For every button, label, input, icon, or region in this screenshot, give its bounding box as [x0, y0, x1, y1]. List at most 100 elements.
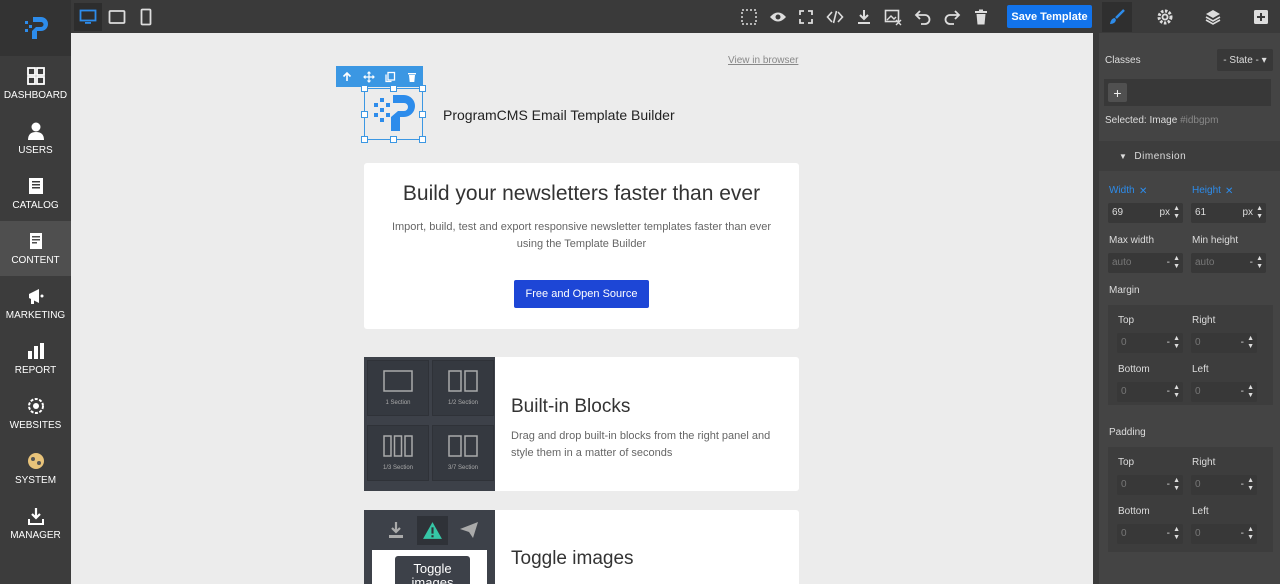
margin-left-unit[interactable]: - — [1241, 386, 1244, 397]
stepper-arrows-icon[interactable]: ▲ ▼ — [1247, 384, 1254, 400]
margin-bottom-input[interactable]: 0 - ▲ ▼ — [1117, 382, 1183, 402]
margin-top-input[interactable]: 0 - ▲ ▼ — [1117, 333, 1183, 353]
min-height-unit[interactable]: - — [1250, 257, 1253, 268]
hero-description[interactable]: Import, build, test and export responsiv… — [387, 219, 777, 253]
padding-top-unit[interactable]: - — [1167, 479, 1170, 490]
stepper-arrows-icon[interactable]: ▲ ▼ — [1173, 477, 1180, 493]
move-icon[interactable] — [362, 70, 375, 83]
nav-catalog[interactable]: CATALOG — [0, 166, 71, 221]
stepper-arrows-icon[interactable]: ▲ ▼ — [1247, 477, 1254, 493]
megaphone-icon — [28, 289, 43, 304]
tab-blocks[interactable] — [1246, 2, 1276, 32]
width-input[interactable]: 69 px ▲ ▼ — [1108, 203, 1183, 223]
padding-bottom-unit[interactable]: - — [1167, 528, 1170, 539]
toggle-images-button[interactable] — [881, 5, 905, 29]
stepper-arrows-icon[interactable]: ▲ ▼ — [1173, 384, 1180, 400]
margin-right-unit[interactable]: - — [1241, 337, 1244, 348]
editor-canvas[interactable]: View in browser ProgramCMS Email Templat… — [71, 33, 1093, 584]
margin-left-input[interactable]: 0 - ▲ ▼ — [1191, 382, 1257, 402]
nav-label: REPORT — [14, 365, 57, 376]
padding-right-unit[interactable]: - — [1241, 479, 1244, 490]
hero-card[interactable]: Build your newsletters faster than ever … — [364, 163, 799, 329]
min-height-input[interactable]: auto - ▲ ▼ — [1191, 253, 1266, 273]
copy-icon[interactable] — [384, 71, 396, 83]
app-logo[interactable] — [0, 0, 71, 56]
tab-trait-manager[interactable] — [1150, 2, 1180, 32]
resize-handle[interactable] — [419, 136, 426, 143]
nav-label: CONTENT — [11, 255, 60, 266]
stepper-arrows-icon[interactable]: ▲ ▼ — [1256, 205, 1263, 221]
nav-marketing[interactable]: MARKETING — [0, 276, 71, 331]
resize-handle[interactable] — [390, 136, 397, 143]
stepper-arrows-icon[interactable]: ▲ ▼ — [1247, 526, 1254, 542]
max-width-input[interactable]: auto - ▲ ▼ — [1108, 253, 1183, 273]
resize-handle[interactable] — [419, 111, 426, 118]
device-desktop-button[interactable] — [74, 2, 102, 31]
padding-right-input[interactable]: 0 - ▲ ▼ — [1191, 475, 1257, 495]
nav-report[interactable]: REPORT — [0, 331, 71, 386]
nav-users[interactable]: USERS — [0, 111, 71, 166]
stepper-arrows-icon[interactable]: ▲ ▼ — [1256, 255, 1263, 271]
feature-title[interactable]: Built-in Blocks — [511, 396, 630, 418]
nav-websites[interactable]: WEBSITES — [0, 386, 71, 441]
free-open-source-button[interactable]: Free and Open Source — [514, 280, 649, 308]
stepper-arrows-icon[interactable]: ▲ ▼ — [1173, 205, 1180, 221]
margin-bottom-unit[interactable]: - — [1167, 386, 1170, 397]
stepper-arrows-icon[interactable]: ▲ ▼ — [1173, 526, 1180, 542]
padding-left-input[interactable]: 0 - ▲ ▼ — [1191, 524, 1257, 544]
sw-visibility-button[interactable] — [737, 5, 761, 29]
resize-handle[interactable] — [361, 111, 368, 118]
stepper-arrows-icon[interactable]: ▲ ▼ — [1173, 255, 1180, 271]
height-input[interactable]: 61 px ▲ ▼ — [1191, 203, 1266, 223]
toggle-images-feature-card[interactable]: Toggle images Toggle images — [364, 510, 799, 584]
clear-height-icon[interactable]: ✕ — [1225, 186, 1233, 197]
save-template-button[interactable]: Save Template — [1007, 5, 1092, 28]
nav-dashboard[interactable]: DASHBOARD — [0, 56, 71, 111]
height-unit[interactable]: px — [1242, 207, 1253, 218]
hero-title[interactable]: Build your newsletters faster than ever — [364, 182, 799, 206]
resize-handle[interactable] — [419, 85, 426, 92]
device-tablet-button[interactable] — [103, 3, 131, 31]
padding-left-unit[interactable]: - — [1241, 528, 1244, 539]
padding-bottom-input[interactable]: 0 - ▲ ▼ — [1117, 524, 1183, 544]
tab-layer-manager[interactable] — [1198, 2, 1228, 32]
margin-right-input[interactable]: 0 - ▲ ▼ — [1191, 333, 1257, 353]
delete-icon[interactable] — [406, 71, 418, 83]
classes-tags-box[interactable]: + — [1104, 79, 1271, 106]
feature-description[interactable]: Drag and drop built-in blocks from the r… — [511, 428, 781, 462]
selected-logo-image[interactable] — [361, 85, 426, 143]
clear-width-icon[interactable]: ✕ — [1139, 186, 1147, 197]
margin-top-unit[interactable]: - — [1167, 337, 1170, 348]
blocks-feature-card[interactable]: 1 Section 1/2 Section 1/3 Section 3/7 Se… — [364, 357, 799, 491]
undo-button[interactable] — [911, 5, 935, 29]
brand-text[interactable]: ProgramCMS Email Template Builder — [443, 107, 675, 123]
add-class-button[interactable]: + — [1108, 83, 1127, 102]
resize-handle[interactable] — [361, 85, 368, 92]
arrow-up-icon[interactable] — [341, 71, 353, 83]
code-view-button[interactable] — [823, 5, 847, 29]
state-select[interactable]: - State - ▾ — [1217, 49, 1273, 71]
resize-handle[interactable] — [390, 85, 397, 92]
stepper-arrows-icon[interactable]: ▲ ▼ — [1247, 335, 1254, 351]
tab-style-manager[interactable] — [1102, 2, 1132, 32]
nav-system[interactable]: SYSTEM — [0, 441, 71, 496]
margin-right-value: 0 — [1195, 337, 1201, 348]
width-unit[interactable]: px — [1159, 207, 1170, 218]
dimension-sector-header[interactable]: ▼ Dimension — [1099, 141, 1280, 171]
redo-button[interactable] — [940, 5, 964, 29]
stepper-arrows-icon[interactable]: ▲ ▼ — [1173, 335, 1180, 351]
clear-canvas-button[interactable] — [969, 5, 993, 29]
padding-top-input[interactable]: 0 - ▲ ▼ — [1117, 475, 1183, 495]
preview-button[interactable] — [766, 5, 790, 29]
max-width-unit[interactable]: - — [1167, 257, 1170, 268]
resize-handle[interactable] — [361, 136, 368, 143]
fullscreen-button[interactable] — [794, 5, 818, 29]
view-in-browser-link[interactable]: View in browser — [728, 55, 798, 66]
feature-title[interactable]: Toggle images — [511, 548, 634, 570]
nav-manager[interactable]: MANAGER — [0, 496, 71, 551]
device-mobile-button[interactable] — [132, 3, 160, 31]
tablet-icon — [108, 9, 126, 24]
export-button[interactable] — [852, 5, 876, 29]
panel-scrollbar[interactable] — [1093, 33, 1099, 584]
nav-content[interactable]: CONTENT — [0, 221, 71, 276]
